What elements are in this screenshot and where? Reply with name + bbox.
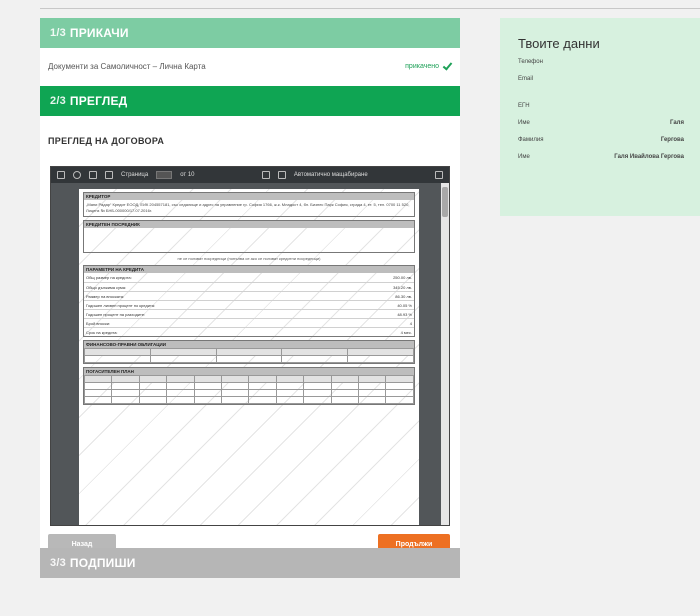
email-label: Email: [518, 76, 534, 82]
full-name-value: Галя Ивайлова Гергова: [614, 154, 684, 160]
param-label: Годишен лихвен процент по кредита:: [86, 302, 156, 308]
intermediary-note: не се ползват посредници (попълва се ако…: [177, 256, 321, 261]
first-name-label: Име: [518, 120, 530, 126]
step-number: 2/3: [50, 95, 66, 107]
wizard-column: 1/3 ПРИКАЧИ Документи за Самоличност – Л…: [40, 18, 460, 578]
intermediary-heading: КРЕДИТЕН ПОСРЕДНИК: [84, 221, 414, 228]
param-row: Общ размер на кредита: 250.00 лв.: [84, 273, 414, 282]
page-number-input[interactable]: [156, 171, 173, 179]
param-row: Годишен процент на разходите: 48.93 %: [84, 309, 414, 318]
param-value: 250.00 лв.: [393, 275, 412, 280]
param-value: 40.05 %: [397, 302, 412, 308]
step-number: 1/3: [50, 27, 66, 39]
upload-status: прикачено: [405, 61, 452, 71]
panel-title: Твоите данни: [518, 36, 600, 51]
param-label: Общо дължима сума:: [86, 284, 127, 290]
document-label: Документи за Самоличност – Лична Карта: [48, 61, 206, 71]
upload-status-label: прикачено: [405, 62, 439, 70]
full-name-label: Име: [518, 154, 530, 160]
param-row: Годишен лихвен процент по кредита: 40.05 …: [84, 300, 414, 309]
credit-params-list: Общ размер на кредита: 250.00 лв. Общо дъ…: [84, 273, 414, 336]
param-value: 86.30 лв.: [395, 293, 412, 299]
creditor-heading: КРЕДИТОР: [84, 193, 414, 200]
step-upload-header[interactable]: 1/3 ПРИКАЧИ: [40, 18, 460, 48]
param-label: Брой вноски:: [86, 320, 111, 326]
first-name-value: Галя: [670, 120, 684, 126]
step-title: ПОДПИШИ: [69, 556, 136, 570]
uploaded-document-row: Документи за Самоличност – Лична Карта п…: [48, 58, 452, 74]
pdf-toolbar: Страница от 10 Автоматично мащабиране: [51, 167, 449, 183]
step-review-header[interactable]: 2/3 ПРЕГЛЕД: [40, 86, 460, 116]
param-value: 4: [409, 320, 412, 326]
financial-table: [84, 348, 414, 363]
last-name-value: Гергова: [660, 137, 684, 143]
param-label: Срок на кредита:: [86, 329, 118, 335]
schedule-table: [83, 375, 414, 404]
egn-label: ЕГН: [518, 103, 530, 109]
intermediary-block: КРЕДИТЕН ПОСРЕДНИК: [83, 220, 415, 253]
param-value: 4 мес.: [400, 329, 412, 335]
intermediary-body: [84, 228, 414, 252]
param-label: Общ размер на кредита:: [86, 275, 132, 280]
phone-label: Телефон: [518, 59, 543, 65]
credit-params-heading: ПАРАМЕТРИ НА КРЕДИТА: [84, 266, 414, 273]
last-name-row: Фамилия Гергова: [518, 137, 684, 143]
user-data-panel: Твоите данни Телефон Email ЕГН Име Галя …: [500, 18, 700, 216]
pdf-viewer[interactable]: Страница от 10 Автоматично мащабиране КР…: [50, 166, 450, 526]
check-icon: [442, 61, 452, 71]
phone-row: Телефон: [518, 59, 684, 65]
top-divider: [40, 8, 700, 9]
step-title: ПРИКАЧИ: [69, 26, 129, 40]
schedule-block: ПОГАСИТЕЛЕН ПЛАН: [83, 367, 415, 405]
egn-row: ЕГН: [518, 103, 684, 109]
zoom-out-icon[interactable]: [261, 171, 270, 179]
page-label: Страница: [121, 172, 149, 178]
search-icon[interactable]: [73, 171, 81, 179]
last-name-label: Фамилия: [518, 137, 544, 143]
schedule-heading: ПОГАСИТЕЛЕН ПЛАН: [84, 368, 414, 375]
tools-menu-icon[interactable]: [435, 171, 444, 179]
first-name-row: Име Галя: [518, 120, 684, 126]
param-value: 48.93 %: [397, 311, 412, 317]
credit-params-block: ПАРАМЕТРИ НА КРЕДИТА Общ размер на креди…: [83, 265, 415, 337]
param-row: Брой вноски: 4: [84, 318, 414, 327]
full-name-row: Име Галя Ивайлова Гергова: [518, 154, 684, 160]
step-number: 3/3: [50, 557, 66, 569]
param-row: Общо дължима сума: 345.20 лв.: [84, 282, 414, 291]
email-row: Email: [518, 76, 684, 82]
param-row: Срок на кредита: 4 мес.: [84, 327, 414, 336]
param-row: Размер на вноската: 86.30 лв.: [84, 291, 414, 300]
financial-heading: ФИНАНСОВО-ПРАВНИ ОБЛИГАЦИИ: [84, 341, 414, 348]
creditor-text: „Мани Радар“ Кредит ЕООД, ЕИК 204557181,…: [86, 202, 410, 213]
zoom-in-icon[interactable]: [277, 171, 286, 179]
pdf-page: КРЕДИТОР „Мани Радар“ Кредит ЕООД, ЕИК 2…: [79, 189, 419, 525]
param-value: 345.20 лв.: [393, 284, 412, 290]
sidebar-toggle-icon[interactable]: [57, 171, 65, 179]
pdf-scrollbar[interactable]: [441, 183, 449, 525]
step-sign-header[interactable]: 3/3 ПОДПИШИ: [40, 548, 460, 578]
param-label: Годишен процент на разходите:: [86, 311, 146, 317]
step-title: ПРЕГЛЕД: [69, 94, 128, 108]
creditor-block: КРЕДИТОР „Мани Радар“ Кредит ЕООД, ЕИК 2…: [83, 192, 415, 217]
param-label: Размер на вноската:: [86, 293, 125, 299]
financial-block: ФИНАНСОВО-ПРАВНИ ОБЛИГАЦИИ: [83, 340, 415, 364]
page-count: от 10: [180, 172, 195, 178]
review-heading: ПРЕГЛЕД НА ДОГОВОРА: [48, 136, 165, 146]
pdf-scroll-thumb[interactable]: [442, 187, 448, 217]
zoom-select[interactable]: Автоматично мащабиране: [294, 172, 368, 178]
previous-page-icon[interactable]: [89, 171, 97, 179]
next-page-icon[interactable]: [105, 171, 113, 179]
